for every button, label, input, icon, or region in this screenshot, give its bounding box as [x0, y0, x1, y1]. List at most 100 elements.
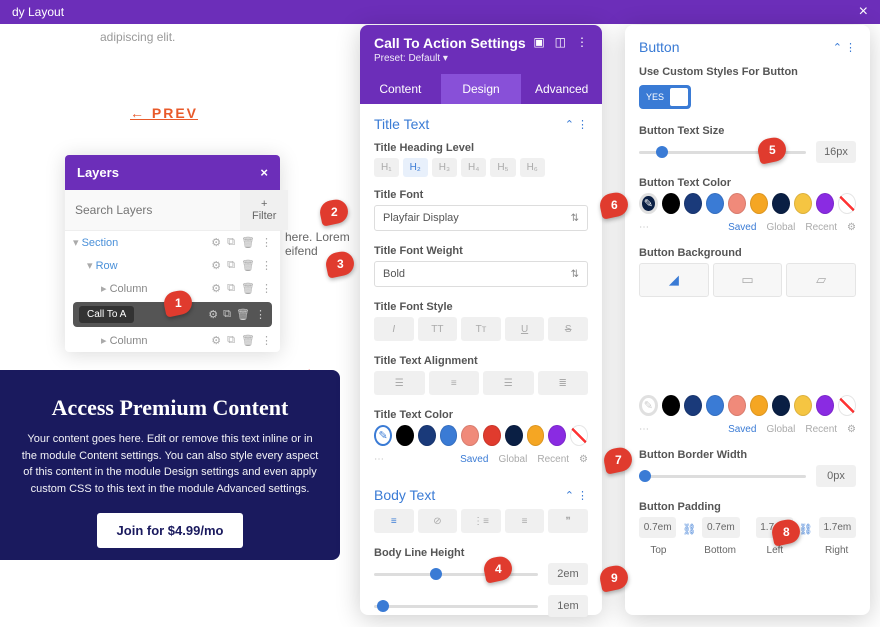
swatch-purple[interactable]	[816, 395, 834, 416]
duplicate-icon[interactable]: ⧉	[227, 259, 235, 272]
more-icon[interactable]: ⋮	[255, 308, 266, 321]
close-icon[interactable]: ×	[859, 3, 868, 21]
more-icon[interactable]: ⋮	[577, 490, 588, 502]
more-icon[interactable]: ⋮	[261, 282, 272, 295]
close-icon[interactable]: ×	[260, 165, 268, 180]
gear-icon[interactable]: ⚙	[847, 424, 856, 435]
gear-icon[interactable]: ⚙	[211, 334, 221, 347]
link-btn[interactable]: ⊘	[418, 509, 458, 533]
eyedropper-icon[interactable]: ✎	[374, 425, 392, 446]
more-icon[interactable]: ⋮	[261, 236, 272, 249]
smallcaps-btn[interactable]: Tᴛ	[461, 317, 501, 341]
h3-btn[interactable]: H₃	[432, 158, 457, 177]
swatch-dnavy[interactable]	[772, 395, 790, 416]
tree-cta[interactable]: Call To A	[79, 306, 134, 323]
tree-column[interactable]: Column	[110, 335, 148, 347]
filter-button[interactable]: + Filter	[240, 190, 288, 230]
h5-btn[interactable]: H₅	[490, 158, 515, 177]
ul-btn[interactable]: ⋮≡	[461, 509, 501, 533]
gear-icon[interactable]: ⚙	[208, 308, 218, 321]
swatch-orange[interactable]	[527, 425, 545, 446]
swatch-blue[interactable]	[706, 193, 724, 214]
swatch-orange[interactable]	[750, 193, 768, 214]
align-left-btn[interactable]: ☰	[374, 371, 425, 395]
swatch-orange[interactable]	[750, 395, 768, 416]
h1-btn[interactable]: H₁	[374, 158, 399, 177]
font-select[interactable]: Playfair Display⇅	[374, 205, 588, 231]
pad-bottom-input[interactable]: 0.7em	[702, 517, 739, 538]
btn-border-slider[interactable]	[639, 475, 806, 478]
layout-icon[interactable]: ◫	[555, 35, 566, 49]
trash-icon[interactable]: 🗑	[241, 334, 255, 347]
swatch-dnavy[interactable]	[505, 425, 523, 446]
duplicate-icon[interactable]: ⧉	[227, 282, 235, 295]
swatch-purple[interactable]	[816, 193, 834, 214]
h6-btn[interactable]: H₆	[520, 158, 545, 177]
custom-styles-toggle[interactable]: YES	[639, 85, 691, 109]
swatch-none[interactable]	[838, 395, 856, 416]
swatch-purple[interactable]	[548, 425, 566, 446]
ol-btn[interactable]: ≡	[505, 509, 545, 533]
swatch-coral[interactable]	[728, 193, 746, 214]
swatch-black[interactable]	[396, 425, 414, 446]
swatch-red[interactable]	[483, 425, 501, 446]
preset-label[interactable]: Preset: Default ▾	[374, 53, 588, 64]
bg-solid-btn[interactable]: ◢	[639, 263, 709, 297]
swatch-coral[interactable]	[461, 425, 479, 446]
tab-advanced[interactable]: Advanced	[521, 74, 602, 104]
gear-icon[interactable]: ⚙	[211, 259, 221, 272]
pad-right-input[interactable]: 1.7em	[819, 517, 856, 538]
duplicate-icon[interactable]: ⧉	[227, 334, 235, 347]
swatch-navy[interactable]	[684, 193, 702, 214]
responsive-icon[interactable]: ▣	[533, 35, 544, 49]
text-btn[interactable]: ≡	[374, 509, 414, 533]
bg-image-btn[interactable]: ▱	[786, 263, 856, 297]
section-button[interactable]: Button	[639, 39, 679, 55]
saved-preset[interactable]: Saved	[728, 424, 756, 435]
swatch-coral[interactable]	[728, 395, 746, 416]
link-icon[interactable]: ⛓	[799, 523, 813, 536]
swatch-black[interactable]	[662, 193, 680, 214]
trash-icon[interactable]: 🗑	[236, 308, 250, 321]
swatch-yellow[interactable]	[794, 395, 812, 416]
saved-preset[interactable]: Saved	[728, 222, 756, 233]
body-lh-slider[interactable]	[374, 573, 538, 576]
strike-btn[interactable]: S	[548, 317, 588, 341]
recent-preset[interactable]: Recent	[805, 424, 837, 435]
prev-link[interactable]: ← PREV	[130, 105, 198, 121]
swatch-navy[interactable]	[684, 395, 702, 416]
join-button[interactable]: Join for $4.99/mo	[97, 513, 244, 548]
more-icon[interactable]: ⋯	[374, 454, 384, 465]
duplicate-icon[interactable]: ⧉	[223, 308, 231, 321]
tab-design[interactable]: Design	[441, 74, 522, 104]
eyedropper-icon[interactable]: ✎	[639, 193, 658, 214]
more-icon[interactable]: ⋯	[639, 424, 649, 435]
search-input[interactable]	[65, 190, 240, 230]
body-lh-slider-2[interactable]	[374, 605, 538, 608]
more-icon[interactable]: ⋮	[845, 42, 856, 54]
tree-column[interactable]: Column	[110, 283, 148, 295]
gear-icon[interactable]: ⚙	[579, 454, 588, 465]
tree-row[interactable]: Row	[96, 260, 118, 272]
trash-icon[interactable]: 🗑	[241, 282, 255, 295]
chevron-up-icon[interactable]: ⌃	[833, 42, 842, 54]
swatch-dnavy[interactable]	[772, 193, 790, 214]
body-lh-value[interactable]: 2em	[548, 563, 588, 585]
link-icon[interactable]: ⛓	[682, 523, 696, 536]
global-preset[interactable]: Global	[766, 222, 795, 233]
align-right-btn[interactable]: ☰	[483, 371, 534, 395]
pad-top-input[interactable]: 0.7em	[639, 517, 676, 538]
quote-btn[interactable]: ❞	[548, 509, 588, 533]
bg-gradient-btn[interactable]: ▭	[713, 263, 783, 297]
more-icon[interactable]: ⋮	[576, 35, 588, 49]
global-preset[interactable]: Global	[498, 454, 527, 465]
swatch-yellow[interactable]	[794, 193, 812, 214]
more-icon[interactable]: ⋮	[261, 334, 272, 347]
swatch-navy[interactable]	[418, 425, 436, 446]
global-preset[interactable]: Global	[766, 424, 795, 435]
saved-preset[interactable]: Saved	[460, 454, 488, 465]
more-icon[interactable]: ⋮	[577, 119, 588, 131]
swatch-none[interactable]	[570, 425, 588, 446]
more-icon[interactable]: ⋯	[639, 222, 649, 233]
uppercase-btn[interactable]: TT	[418, 317, 458, 341]
